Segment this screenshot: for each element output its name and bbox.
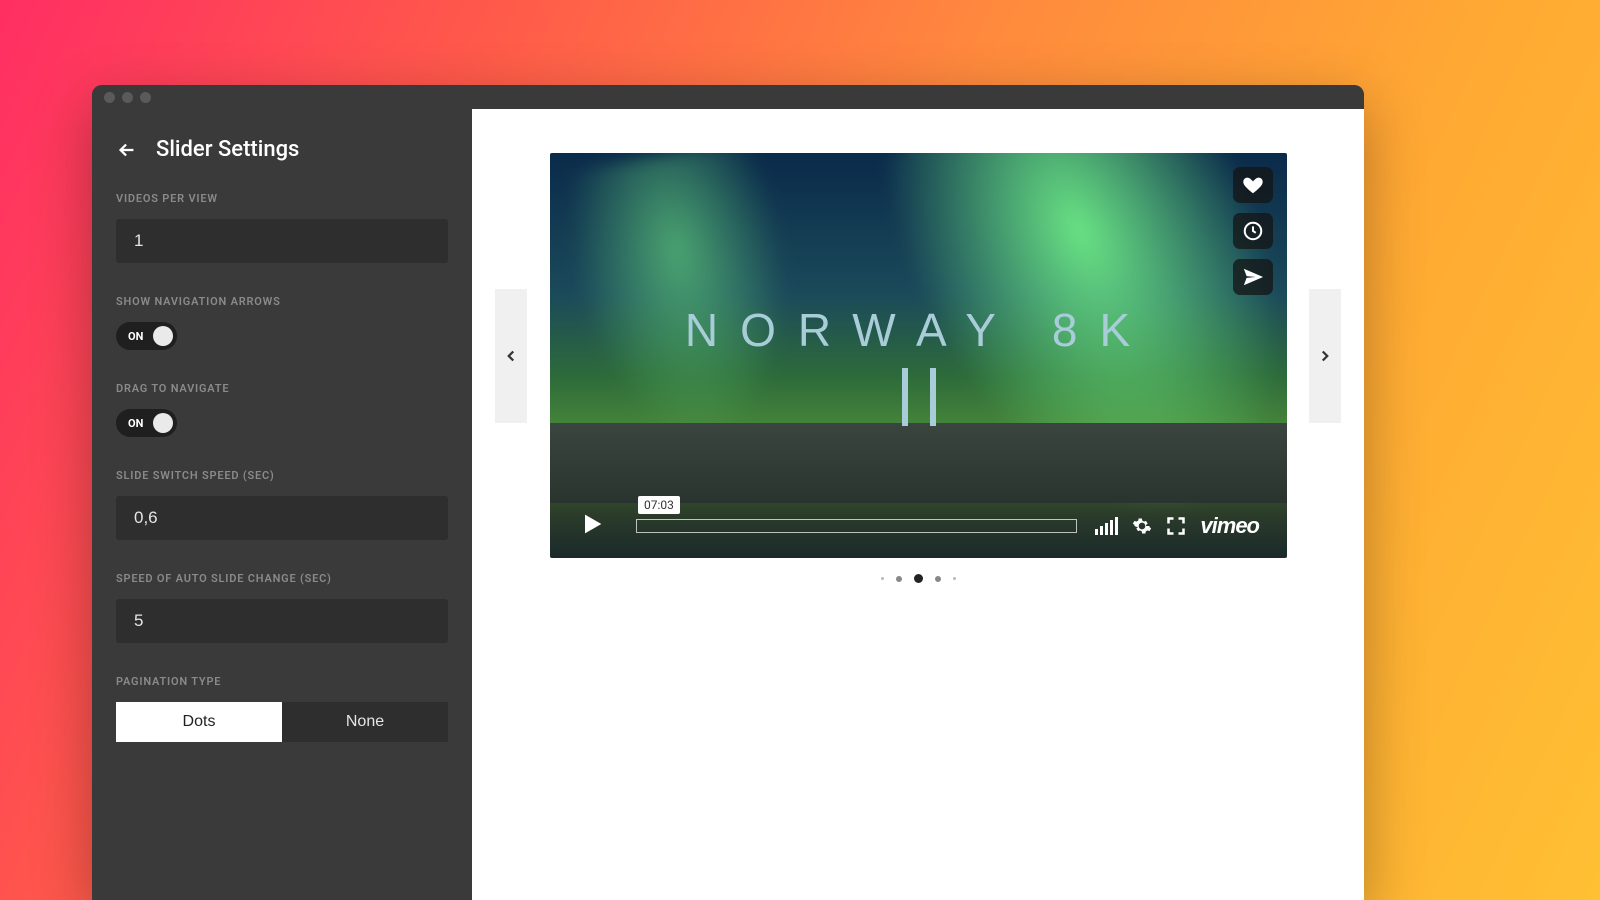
video-controls: vimeo (550, 493, 1287, 558)
play-button[interactable] (578, 510, 606, 542)
page-dot[interactable] (935, 576, 941, 582)
window-minimize-dot[interactable] (122, 92, 133, 103)
field-pagination-type: PAGINATION TYPE Dots None (92, 675, 472, 742)
vimeo-logo[interactable]: vimeo (1200, 513, 1259, 539)
volume-control[interactable] (1095, 517, 1118, 535)
label-slide-switch-speed: SLIDE SWITCH SPEED (SEC) (116, 469, 448, 482)
page-dot[interactable] (953, 577, 956, 580)
window-titlebar (92, 85, 1364, 109)
app-body: Slider Settings VIDEOS PER VIEW SHOW NAV… (92, 109, 1364, 900)
input-videos-per-view[interactable] (116, 219, 448, 263)
video-player[interactable]: NORWAY 8K 07:03 (550, 153, 1287, 558)
page-dot[interactable] (881, 577, 884, 580)
settings-gear-icon[interactable] (1132, 516, 1152, 536)
field-drag-to-navigate: DRAG TO NAVIGATE ON (92, 382, 472, 437)
field-auto-slide-speed: SPEED OF AUTO SLIDE CHANGE (SEC) (92, 572, 472, 643)
watch-later-button[interactable] (1233, 213, 1273, 249)
toggle-knob (153, 326, 173, 346)
slider-prev-button[interactable] (495, 289, 527, 423)
back-arrow-icon[interactable] (116, 139, 138, 161)
video-subtitle-overlay (550, 368, 1287, 426)
toggle-show-nav-arrows[interactable]: ON (116, 322, 177, 350)
sidebar-title: Slider Settings (156, 137, 299, 162)
label-videos-per-view: VIDEOS PER VIEW (116, 192, 448, 205)
page-dot[interactable] (896, 576, 902, 582)
like-button[interactable] (1233, 167, 1273, 203)
ground-graphic (550, 423, 1287, 503)
share-button[interactable] (1233, 259, 1273, 295)
input-slide-switch-speed[interactable] (116, 496, 448, 540)
toggle-state-text: ON (128, 417, 143, 430)
slider-next-button[interactable] (1309, 289, 1341, 423)
segmented-pagination-type: Dots None (116, 702, 448, 742)
sidebar-header: Slider Settings (92, 127, 472, 192)
pagination-dots (472, 574, 1364, 583)
segment-none[interactable]: None (282, 702, 448, 742)
field-videos-per-view: VIDEOS PER VIEW (92, 192, 472, 263)
settings-sidebar: Slider Settings VIDEOS PER VIEW SHOW NAV… (92, 109, 472, 900)
video-title-overlay: NORWAY 8K (550, 303, 1287, 357)
progress-bar[interactable] (636, 519, 1077, 533)
field-slide-switch-speed: SLIDE SWITCH SPEED (SEC) (92, 469, 472, 540)
video-action-buttons (1233, 167, 1273, 295)
field-show-nav-arrows: SHOW NAVIGATION ARROWS ON (92, 295, 472, 350)
page-dot-active[interactable] (914, 574, 923, 583)
window-close-dot[interactable] (104, 92, 115, 103)
window-zoom-dot[interactable] (140, 92, 151, 103)
fullscreen-icon[interactable] (1166, 516, 1186, 536)
label-show-nav-arrows: SHOW NAVIGATION ARROWS (116, 295, 448, 308)
toggle-state-text: ON (128, 330, 143, 343)
label-drag-to-navigate: DRAG TO NAVIGATE (116, 382, 448, 395)
segment-dots[interactable]: Dots (116, 702, 282, 742)
preview-pane: NORWAY 8K 07:03 (472, 109, 1364, 900)
toggle-drag-to-navigate[interactable]: ON (116, 409, 177, 437)
toggle-knob (153, 413, 173, 433)
app-window: Slider Settings VIDEOS PER VIEW SHOW NAV… (92, 85, 1364, 900)
label-auto-slide-speed: SPEED OF AUTO SLIDE CHANGE (SEC) (116, 572, 448, 585)
input-auto-slide-speed[interactable] (116, 599, 448, 643)
label-pagination-type: PAGINATION TYPE (116, 675, 448, 688)
